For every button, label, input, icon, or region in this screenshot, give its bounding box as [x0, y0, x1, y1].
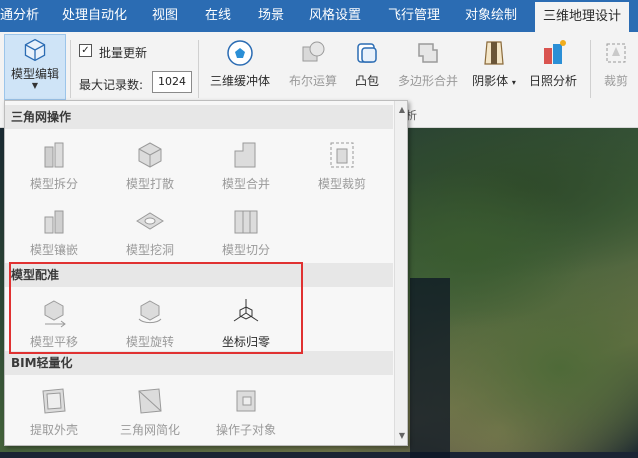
model-split-icon — [44, 142, 64, 168]
menu-item-label: 模型拆分 — [29, 177, 78, 191]
menu-item-model-explode[interactable]: 模型打散 — [105, 139, 195, 192]
tab-view[interactable]: 视图 — [152, 0, 178, 32]
menu-item-label: 模型旋转 — [125, 335, 174, 349]
menu-item-label: 模型平移 — [29, 335, 78, 349]
menu-item-sub-object[interactable]: 操作子对象 — [201, 385, 291, 438]
tab-3d-geodesign[interactable]: 三维地理设计 — [535, 0, 630, 32]
3d-buffer-label: 三维缓冲体 — [209, 74, 270, 88]
extract-shell-icon — [42, 388, 66, 414]
tab-automation[interactable]: 处理自动化 — [62, 0, 127, 32]
model-inlay-icon — [44, 210, 64, 234]
tab-scene[interactable]: 场景 — [258, 0, 284, 32]
chevron-down-icon: ▼ — [31, 81, 39, 90]
menu-item-label: 三角网简化 — [119, 423, 180, 437]
menu-item-label: 操作子对象 — [215, 423, 276, 437]
menu-item-model-rotate[interactable]: 模型旋转 — [105, 297, 195, 350]
model-clip-icon — [330, 142, 354, 168]
menu-item-model-clip[interactable]: 模型裁剪 — [297, 139, 387, 192]
shadow-volume-button[interactable]: 阴影体 ▾ — [470, 38, 518, 89]
dropdown-scrollbar[interactable]: ▲ ▼ — [394, 101, 407, 445]
ribbon-separator — [70, 40, 71, 98]
tab-flight-management[interactable]: 飞行管理 — [388, 0, 440, 32]
scroll-down-icon[interactable]: ▼ — [395, 429, 407, 443]
model-translate-icon — [44, 300, 66, 328]
menu-item-label: 模型裁剪 — [317, 177, 366, 191]
globe-edge — [410, 278, 450, 458]
menu-item-label: 模型切分 — [221, 243, 270, 257]
mesh-simplify-icon — [138, 388, 162, 414]
ribbon-tab-bar: 通分析 处理自动化 视图 在线 场景 风格设置 飞行管理 对象绘制 三维地理设计 — [0, 0, 638, 32]
menu-item-mesh-simplify[interactable]: 三角网简化 — [105, 385, 195, 438]
tab-online[interactable]: 在线 — [205, 0, 231, 32]
clip-label: 裁剪 — [603, 74, 628, 88]
model-edit-icon — [24, 38, 46, 62]
polygon-merge-button[interactable]: 多边形合并 — [392, 38, 464, 89]
convex-hull-button[interactable]: 凸包 — [346, 38, 388, 89]
scroll-up-icon[interactable]: ▲ — [395, 103, 407, 117]
model-cut-icon — [234, 210, 258, 234]
menu-item-model-inlay[interactable]: 模型镶嵌 — [9, 205, 99, 258]
model-hole-icon — [136, 212, 164, 230]
polygon-merge-label: 多边形合并 — [397, 74, 458, 88]
batch-update-checkbox[interactable]: ✓ — [79, 44, 92, 57]
convex-hull-icon — [357, 43, 377, 63]
menu-item-label: 模型打散 — [125, 177, 174, 191]
3d-buffer-button[interactable]: 三维缓冲体 — [204, 38, 276, 89]
sub-object-icon — [236, 390, 256, 412]
model-edit-button[interactable]: 模型编辑 ▼ — [4, 34, 66, 100]
section-header-model-registration: 模型配准 — [5, 263, 393, 287]
convex-hull-label: 凸包 — [354, 74, 379, 88]
menu-item-model-merge[interactable]: 模型合并 — [201, 139, 291, 192]
sunlight-analysis-button[interactable]: 日照分析 — [524, 38, 582, 89]
tab-object-drawing[interactable]: 对象绘制 — [465, 0, 517, 32]
boolean-icon — [302, 41, 325, 62]
menu-item-label: 模型挖洞 — [125, 243, 174, 257]
boolean-operation-label: 布尔运算 — [288, 74, 337, 88]
model-edit-label: 模型编辑 — [10, 67, 59, 81]
menu-item-coordinate-reset[interactable]: 坐标归零 — [201, 297, 291, 350]
buffer-icon — [227, 40, 253, 66]
sunlight-analysis-label: 日照分析 — [528, 74, 577, 88]
polygon-merge-icon — [418, 43, 438, 63]
menu-item-model-translate[interactable]: 模型平移 — [9, 297, 99, 350]
batch-update-label: 批量更新 — [99, 46, 148, 60]
menu-item-model-split[interactable]: 模型拆分 — [9, 139, 99, 192]
ribbon-separator — [590, 40, 591, 98]
tab-traffic-analysis[interactable]: 通分析 — [0, 0, 39, 32]
shadow-volume-label: 阴影体 — [472, 74, 509, 88]
boolean-operation-button[interactable]: 布尔运算 — [282, 38, 344, 89]
sunlight-icon — [544, 40, 566, 64]
coordinate-reset-icon — [233, 299, 259, 322]
chevron-down-icon: ▾ — [511, 78, 516, 87]
shadow-volume-icon — [484, 41, 504, 65]
menu-item-label: 坐标归零 — [221, 335, 270, 349]
menu-item-label: 模型合并 — [221, 177, 270, 191]
model-rotate-icon — [138, 300, 162, 324]
menu-item-extract-shell[interactable]: 提取外壳 — [9, 385, 99, 438]
max-records-label: 最大记录数: — [79, 78, 144, 92]
menu-item-model-hole[interactable]: 模型挖洞 — [105, 205, 195, 258]
section-header-bim-lightweight: BIM轻量化 — [5, 351, 393, 375]
clip-icon — [606, 43, 626, 63]
section-header-triangle-mesh: 三角网操作 — [5, 105, 393, 129]
model-edit-dropdown: 三角网操作 模型拆分 模型打散 模型合并 模型裁剪 模型镶嵌 模型挖洞 模型切分… — [4, 100, 408, 446]
menu-item-label: 模型镶嵌 — [29, 243, 78, 257]
ribbon-separator — [198, 40, 199, 98]
model-merge-icon — [234, 142, 256, 168]
clip-button[interactable]: 裁剪 — [596, 38, 636, 89]
max-records-input[interactable]: 1024 — [152, 71, 192, 93]
model-explode-icon — [138, 142, 162, 168]
menu-item-model-cut[interactable]: 模型切分 — [201, 205, 291, 258]
tab-style-settings[interactable]: 风格设置 — [309, 0, 361, 32]
menu-item-label: 提取外壳 — [29, 423, 78, 437]
